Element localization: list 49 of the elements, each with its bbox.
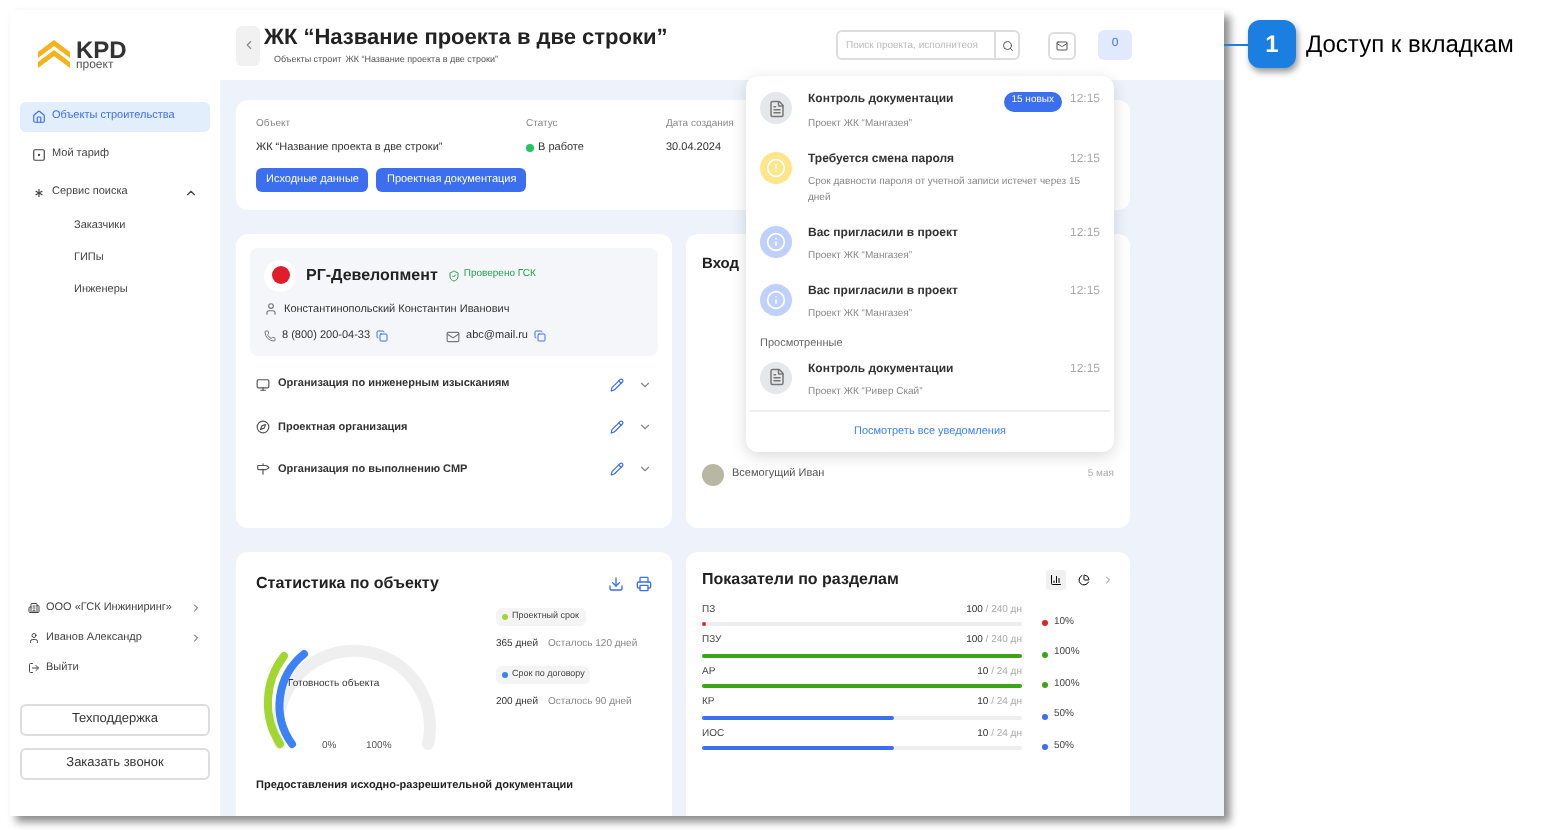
signpost-icon [256,462,270,477]
edit-icon[interactable] [610,420,624,435]
bar-chart-button[interactable] [1046,569,1066,590]
asterisk-icon [32,186,46,200]
shield-check-icon [447,269,460,282]
document-icon [760,361,792,394]
logo-text: KPD [76,37,127,61]
warning-icon [760,151,792,183]
company-logo-icon [264,259,296,292]
document-icon [760,92,792,124]
monitor-icon [256,377,270,392]
edit-icon[interactable] [610,377,624,392]
info-icon [760,225,792,257]
company-name: РГ-Девелопмент [306,263,438,288]
mail-button[interactable] [1048,31,1076,59]
card-title: Статистика по объекту [256,571,441,596]
copy-icon[interactable] [376,330,389,343]
download-icon[interactable] [608,575,624,592]
logo-icon [36,36,72,72]
info-icon [760,283,792,315]
compass-icon [256,420,270,435]
edit-icon[interactable] [610,462,624,477]
avatar-icon [702,463,724,486]
page-title: ЖК “Название проекта в две строки” [264,23,670,54]
back-icon [241,38,255,52]
callout-text: Доступ к вкладкам [1306,28,1514,62]
home-icon [32,110,46,124]
person-icon [28,632,40,645]
square-icon [32,148,46,162]
logout-icon [28,661,40,674]
person-icon [264,302,278,317]
chevron-down-icon[interactable] [638,377,652,392]
mail-icon [1056,39,1068,51]
print-icon[interactable] [636,575,652,592]
card-title: Показатели по разделам [702,567,901,592]
chevron-right-icon[interactable] [1102,573,1114,586]
chevron-down-icon[interactable] [638,462,652,477]
chevron-down-icon[interactable] [638,420,652,435]
pie-chart-icon[interactable] [1078,573,1090,586]
chevron-right-icon [190,632,202,645]
phone-icon [264,330,276,343]
bar-chart-icon [1050,573,1062,586]
chevron-right-icon [190,602,202,615]
search-icon [1001,39,1013,51]
mail-icon [446,329,461,344]
search-button[interactable] [996,30,1020,60]
callout-badge: 1 [1248,20,1296,68]
building-icon [28,602,40,615]
copy-icon[interactable] [534,330,546,343]
